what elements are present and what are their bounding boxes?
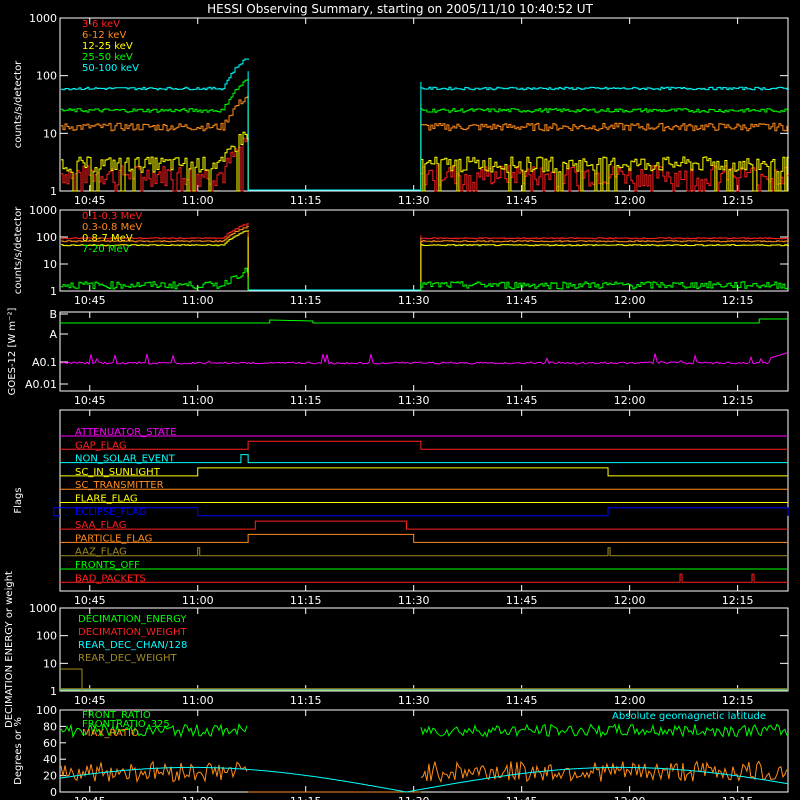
x-tick-label-5-3: 11:30 [398, 795, 430, 800]
legend-label-1-3: 7-20 MeV [82, 244, 130, 255]
legend-label-5-2: MAX_RATIO [82, 728, 139, 739]
x-tick-label-0-0: 10:45 [74, 194, 106, 207]
legend-label-1-2: 0.8-7 MeV [82, 233, 133, 244]
x-tick-label-3-1: 11:00 [182, 594, 214, 607]
x-tick-label-4-6: 12:15 [722, 694, 754, 707]
y-axis-label-5: Degrees or % [13, 717, 24, 785]
x-tick-label-4-3: 11:30 [398, 694, 430, 707]
legend-label-4-0: DECIMATION_ENERGY [78, 614, 187, 625]
x-tick-label-3-5: 12:00 [614, 594, 646, 607]
y-tick-label-2-0: B [49, 308, 57, 321]
legend-label-1-1: 0.3-0.8 MeV [82, 222, 142, 233]
x-tick-label-4-5: 12:00 [614, 694, 646, 707]
y-axis-label-1: counts/s/detector [13, 206, 24, 294]
y-tick-label-4-3: 1000 [29, 602, 57, 615]
legend-label-0-3: 25-50 keV [82, 52, 133, 63]
y-tick-label-1-0: 1 [50, 285, 57, 298]
y-tick-label-5-4: 40 [43, 753, 57, 766]
y-tick-label-1-1: 10 [43, 258, 57, 271]
x-tick-label-1-1: 11:00 [182, 294, 214, 307]
x-tick-label-0-6: 12:15 [722, 194, 754, 207]
y-tick-label-2-1: A [49, 328, 57, 341]
x-tick-label-2-3: 11:30 [398, 394, 430, 407]
y-tick-label-1-3: 1000 [29, 204, 57, 217]
x-tick-label-2-4: 11:45 [506, 394, 538, 407]
x-tick-label-3-4: 11:45 [506, 594, 538, 607]
x-tick-label-5-5: 12:00 [614, 795, 646, 800]
x-tick-label-1-6: 12:15 [722, 294, 754, 307]
x-tick-label-1-0: 10:45 [74, 294, 106, 307]
flag-label-6: ECLIPSE_FLAG [75, 507, 146, 518]
x-tick-label-2-6: 12:15 [722, 394, 754, 407]
legend-label-0-2: 12-25 keV [82, 41, 133, 52]
x-tick-label-2-1: 11:00 [182, 394, 214, 407]
y-tick-label-2-2: A0.1 [32, 356, 57, 369]
y-tick-label-0-1: 10 [43, 127, 57, 140]
legend-label-4-3: REAR_DEC_WEIGHT [78, 653, 177, 664]
y-tick-label-5-10: 100 [36, 704, 57, 717]
x-tick-label-3-0: 10:45 [74, 594, 106, 607]
x-tick-label-0-2: 11:15 [290, 194, 322, 207]
y-tick-label-4-2: 100 [36, 630, 57, 643]
y-tick-label-4-0: 1 [50, 685, 57, 698]
x-tick-label-5-2: 11:15 [290, 795, 322, 800]
legend-label-0-0: 3-6 keV [82, 19, 120, 30]
x-tick-label-2-0: 10:45 [74, 394, 106, 407]
y-axis-label-4: DECIMATION ENERGY or weight [4, 571, 15, 728]
y-tick-label-4-1: 10 [43, 657, 57, 670]
x-tick-label-0-1: 11:00 [182, 194, 214, 207]
legend-label-0-4: 50-100 keV [82, 63, 139, 74]
legend-label-1-0: 0.1-0.3 MeV [82, 211, 142, 222]
y-tick-label-5-0: 0 [50, 786, 57, 799]
y-axis-label-2: GOES-12 [W m⁻²] [7, 308, 18, 396]
x-tick-label-4-0: 10:45 [74, 694, 106, 707]
x-tick-label-3-2: 11:15 [290, 594, 322, 607]
x-tick-label-1-2: 11:15 [290, 294, 322, 307]
x-tick-label-4-4: 11:45 [506, 694, 538, 707]
y-tick-label-5-2: 20 [43, 770, 57, 783]
chart-title: HESSI Observing Summary, starting on 200… [207, 2, 593, 16]
hessi-summary-chart: HESSI Observing Summary, starting on 200… [0, 0, 800, 800]
x-tick-label-5-6: 12:15 [722, 795, 754, 800]
x-tick-label-3-3: 11:30 [398, 594, 430, 607]
legend-label-0-1: 6-12 keV [82, 30, 126, 41]
y-tick-label-0-2: 100 [36, 70, 57, 83]
y-axis-label-3: Flags [13, 487, 24, 513]
y-tick-label-5-8: 80 [43, 720, 57, 733]
legend-label-5-3: Absolute geomagnetic latitude [612, 711, 766, 722]
x-tick-label-4-1: 11:00 [182, 694, 214, 707]
x-tick-label-0-5: 12:00 [614, 194, 646, 207]
y-tick-label-5-6: 60 [43, 737, 57, 750]
x-tick-label-0-3: 11:30 [398, 194, 430, 207]
x-tick-label-3-6: 12:15 [722, 594, 754, 607]
y-tick-label-0-3: 1000 [29, 12, 57, 25]
y-tick-label-1-2: 100 [36, 231, 57, 244]
y-axis-label-0: counts/s/detector [13, 60, 24, 148]
x-tick-label-5-1: 11:00 [182, 795, 214, 800]
x-tick-label-2-5: 12:00 [614, 394, 646, 407]
x-tick-label-1-5: 12:00 [614, 294, 646, 307]
x-tick-label-1-4: 11:45 [506, 294, 538, 307]
legend-label-4-2: REAR_DEC_CHAN/128 [78, 640, 187, 651]
x-tick-label-0-4: 11:45 [506, 194, 538, 207]
y-tick-label-2-3: A0.01 [25, 378, 57, 391]
x-tick-label-5-0: 10:45 [74, 795, 106, 800]
x-tick-label-2-2: 11:15 [290, 394, 322, 407]
x-tick-label-4-2: 11:15 [290, 694, 322, 707]
legend-label-4-1: DECIMATION_WEIGHT [78, 627, 187, 638]
x-tick-label-1-3: 11:30 [398, 294, 430, 307]
x-tick-label-5-4: 11:45 [506, 795, 538, 800]
y-tick-label-0-0: 1 [50, 185, 57, 198]
